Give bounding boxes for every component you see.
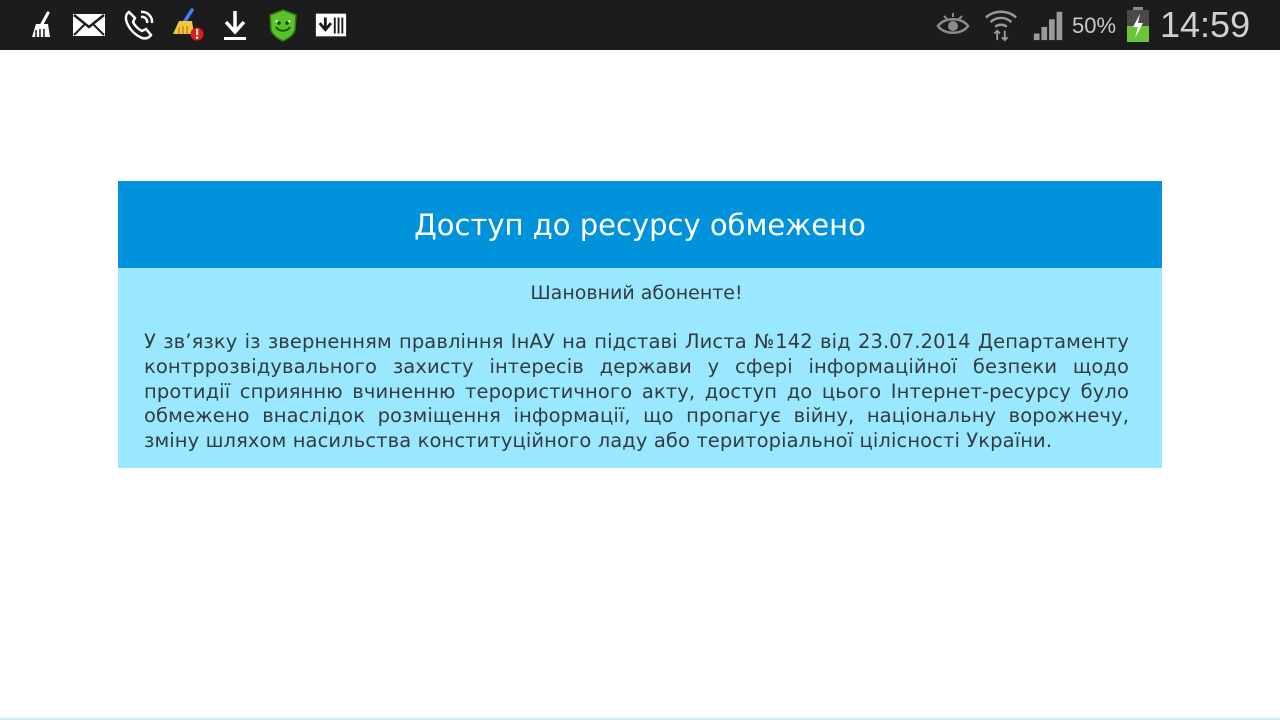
notice-header: Доступ до ресурсу обмежено bbox=[118, 181, 1162, 268]
battery-percent: 50% bbox=[1072, 13, 1117, 38]
download-icon[interactable] bbox=[218, 8, 252, 42]
security-app-icon[interactable] bbox=[266, 8, 300, 42]
broom-icon[interactable] bbox=[26, 8, 60, 42]
restriction-notice: Доступ до ресурсу обмежено Шановний абон… bbox=[118, 181, 1162, 468]
cleaner-alert-icon[interactable] bbox=[170, 8, 204, 42]
download-folder-icon[interactable] bbox=[314, 8, 348, 42]
eye-icon[interactable] bbox=[936, 8, 970, 42]
notice-body: Шановний абоненте! У зв’язку із зверненн… bbox=[118, 268, 1162, 468]
notice-message: У зв’язку із зверненням правління ІнАУ н… bbox=[144, 330, 1129, 453]
bottom-edge-shadow bbox=[0, 716, 1280, 720]
clock: 14:59 bbox=[1160, 4, 1251, 45]
status-bar[interactable]: 50% 14:59 bbox=[0, 0, 1280, 50]
wifi-icon[interactable] bbox=[984, 8, 1018, 42]
mail-icon[interactable] bbox=[72, 8, 106, 42]
missed-call-icon[interactable] bbox=[122, 8, 156, 42]
signal-icon[interactable] bbox=[1032, 8, 1066, 42]
battery-charging-icon[interactable] bbox=[1124, 7, 1152, 42]
notice-title: Доступ до ресурсу обмежено bbox=[414, 207, 866, 242]
notice-greeting: Шановний абоненте! bbox=[530, 282, 743, 304]
